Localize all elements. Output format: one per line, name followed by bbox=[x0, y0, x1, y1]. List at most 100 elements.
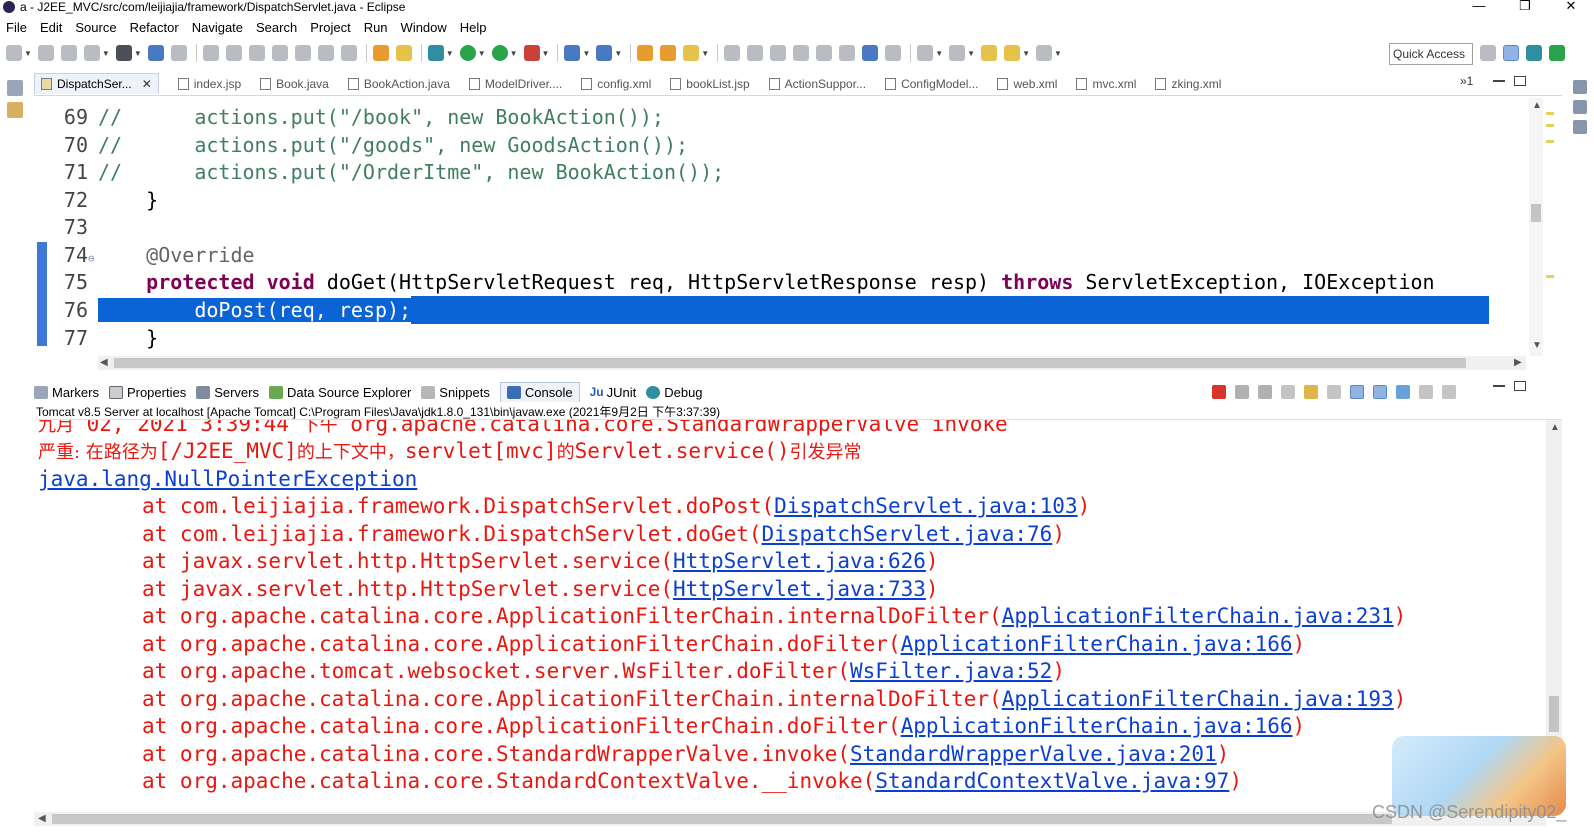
step-return-icon[interactable] bbox=[340, 45, 357, 61]
minimize-panel-icon[interactable] bbox=[1493, 385, 1505, 387]
next-annotation-icon[interactable] bbox=[917, 45, 934, 61]
source-link[interactable]: DispatchServlet.java:76 bbox=[762, 522, 1053, 546]
minimize-button[interactable]: — bbox=[1456, 0, 1502, 14]
tab-data-source-explorer[interactable]: Data Source Explorer bbox=[269, 385, 411, 400]
terminate-icon[interactable] bbox=[248, 45, 265, 61]
scrollbar-thumb[interactable] bbox=[52, 814, 1392, 824]
search-dropdown-icon[interactable]: ▼ bbox=[701, 49, 709, 58]
overview-ruler-marker[interactable] bbox=[1546, 275, 1554, 278]
external-tools-dropdown-icon[interactable]: ▼ bbox=[542, 49, 550, 58]
show-on-output-icon[interactable] bbox=[1350, 385, 1364, 399]
search-icon[interactable] bbox=[683, 45, 700, 61]
last-edit-location-icon[interactable] bbox=[981, 45, 998, 61]
mark-occurrences-icon[interactable] bbox=[747, 45, 764, 61]
close-tab-icon[interactable]: ✕ bbox=[142, 77, 152, 91]
source-link[interactable]: StandardWrapperValve.java:201 bbox=[850, 742, 1217, 766]
next-annotation-dropdown-icon[interactable]: ▼ bbox=[935, 49, 943, 58]
overview-ruler-marker[interactable] bbox=[1546, 112, 1554, 115]
tab-modeldriver[interactable]: ModelDriver.... bbox=[468, 77, 562, 91]
tab-servers[interactable]: Servers bbox=[196, 385, 259, 400]
debug-dropdown-icon[interactable]: ▼ bbox=[446, 49, 454, 58]
new-dropdown-icon[interactable]: ▼ bbox=[24, 49, 32, 58]
tab-console[interactable]: Console bbox=[499, 382, 580, 402]
tab-actionsupport[interactable]: ActionSuppor... bbox=[768, 77, 866, 91]
scroll-up-icon[interactable]: ▲ bbox=[1532, 100, 1542, 111]
menu-window[interactable]: Window bbox=[401, 20, 447, 35]
menu-search[interactable]: Search bbox=[256, 20, 297, 35]
source-link[interactable]: ApplicationFilterChain.java:166 bbox=[901, 714, 1293, 738]
word-wrap-icon[interactable] bbox=[1327, 385, 1341, 399]
back-icon[interactable] bbox=[1004, 45, 1021, 61]
coverage-dropdown-icon[interactable]: ▼ bbox=[510, 49, 518, 58]
java-perspective-icon[interactable] bbox=[1549, 45, 1565, 61]
exception-link[interactable]: java.lang.NullPointerException bbox=[38, 467, 417, 491]
tab-properties[interactable]: Properties bbox=[108, 385, 186, 400]
menu-source[interactable]: Source bbox=[75, 20, 116, 35]
source-link[interactable]: WsFilter.java:52 bbox=[850, 659, 1052, 683]
tab-dispatchservlet[interactable]: DispatchSer... ✕ bbox=[34, 73, 159, 94]
show-whitespace-icon[interactable] bbox=[816, 45, 833, 61]
task-list-icon[interactable] bbox=[1573, 120, 1587, 134]
source-link[interactable]: ApplicationFilterChain.java:193 bbox=[1002, 687, 1394, 711]
external-tools-icon[interactable] bbox=[523, 45, 540, 61]
skip-breakpoints-icon[interactable] bbox=[170, 45, 187, 61]
minimize-editor-icon[interactable] bbox=[1493, 80, 1505, 82]
toggle-annotation-icon[interactable] bbox=[724, 45, 741, 61]
tab-snippets[interactable]: Snippets bbox=[421, 385, 490, 400]
menu-file[interactable]: File bbox=[6, 20, 27, 35]
new-class-dropdown-icon[interactable]: ▼ bbox=[614, 49, 622, 58]
previous-annotation-icon[interactable] bbox=[949, 45, 966, 61]
menu-navigate[interactable]: Navigate bbox=[192, 20, 243, 35]
new-java-dropdown-icon[interactable]: ▼ bbox=[582, 49, 590, 58]
disconnect-icon[interactable] bbox=[271, 45, 288, 61]
menu-edit[interactable]: Edit bbox=[40, 20, 62, 35]
restore-view-icon[interactable] bbox=[1573, 80, 1587, 94]
step-over-icon[interactable] bbox=[317, 45, 334, 61]
publish-icon[interactable] bbox=[83, 45, 100, 61]
tab-mvc-xml[interactable]: mvc.xml bbox=[1076, 77, 1136, 91]
remove-launch-icon[interactable] bbox=[1235, 385, 1249, 399]
close-window-button[interactable]: ✕ bbox=[1548, 0, 1594, 14]
pin-console-icon[interactable] bbox=[1396, 385, 1410, 399]
scrollbar-thumb[interactable] bbox=[1531, 204, 1541, 222]
scrollbar-thumb[interactable] bbox=[114, 358, 1466, 368]
scroll-down-icon[interactable]: ▼ bbox=[1532, 340, 1542, 351]
open-console-icon[interactable] bbox=[1442, 385, 1456, 399]
project-explorer-icon[interactable] bbox=[7, 102, 23, 118]
debug-perspective-icon[interactable] bbox=[1526, 45, 1542, 61]
forward-icon[interactable] bbox=[1035, 45, 1052, 61]
coverage-icon[interactable] bbox=[491, 45, 508, 61]
open-perspective-icon[interactable] bbox=[1480, 45, 1496, 61]
maximize-editor-icon[interactable] bbox=[1514, 76, 1526, 86]
publish-dropdown-icon[interactable]: ▼ bbox=[102, 49, 110, 58]
tab-index-jsp[interactable]: index.jsp bbox=[177, 77, 241, 91]
drop-to-frame-icon[interactable] bbox=[372, 45, 389, 61]
tab-junit[interactable]: Ju JUnit bbox=[590, 385, 637, 400]
show-on-error-icon[interactable] bbox=[1373, 385, 1387, 399]
debug-icon[interactable] bbox=[427, 45, 444, 61]
restore-view-icon[interactable] bbox=[7, 80, 23, 96]
scroll-right-icon[interactable]: ▶ bbox=[1514, 357, 1522, 368]
source-link[interactable]: HttpServlet.java:626 bbox=[673, 549, 926, 573]
scroll-up-icon[interactable]: ▲ bbox=[1550, 422, 1560, 433]
block-selection-icon[interactable] bbox=[793, 45, 810, 61]
resume-icon[interactable] bbox=[202, 45, 219, 61]
tab-book-java[interactable]: Book.java bbox=[260, 77, 329, 91]
tab-bookaction-java[interactable]: BookAction.java bbox=[347, 77, 450, 91]
outline-icon[interactable] bbox=[1573, 100, 1587, 114]
run-icon[interactable] bbox=[459, 45, 476, 61]
breakpoint-dropdown-icon[interactable]: ▼ bbox=[134, 49, 142, 58]
maximize-button[interactable]: ❐ bbox=[1502, 0, 1548, 14]
source-link[interactable]: ApplicationFilterChain.java:166 bbox=[901, 632, 1293, 656]
scrollbar-thumb[interactable] bbox=[1549, 696, 1559, 732]
tab-debug[interactable]: Debug bbox=[646, 385, 703, 400]
open-type-icon[interactable] bbox=[637, 45, 654, 61]
overview-ruler-marker[interactable] bbox=[1546, 140, 1554, 143]
show-source-icon[interactable] bbox=[839, 45, 856, 61]
save-all-icon[interactable] bbox=[60, 45, 77, 61]
tab-markers[interactable]: Markers bbox=[34, 385, 99, 400]
use-step-filters-icon[interactable] bbox=[395, 45, 412, 61]
menu-project[interactable]: Project bbox=[310, 20, 350, 35]
new-java-project-icon[interactable] bbox=[564, 45, 581, 61]
clear-console-icon[interactable] bbox=[1281, 385, 1295, 399]
